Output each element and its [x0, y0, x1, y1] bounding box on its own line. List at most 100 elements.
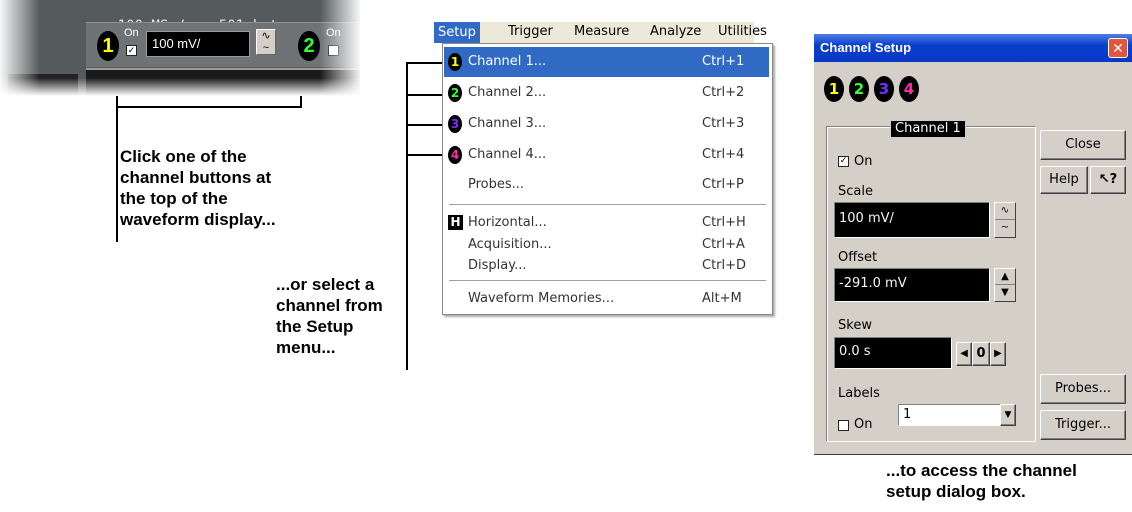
menu-item-label: Display... [468, 258, 527, 273]
ch1-scale-field[interactable]: 100 mV/ [146, 31, 250, 57]
channel-2-button[interactable]: 2 [298, 31, 320, 61]
channel-1-badge-icon: 1 [448, 53, 462, 71]
ac-coupling-icon: ∿ [261, 30, 271, 42]
menu-utilities[interactable]: Utilities [718, 24, 767, 39]
callout-line [300, 96, 302, 108]
scope-channel-strip: 100 MSa/s 501 kpts 1 On ✓ 100 mV/ ∿ ~ 2 … [0, 0, 360, 96]
channel-on-label: On [854, 154, 873, 169]
menu-item-channel-2[interactable]: 2 Channel 2... Ctrl+2 [444, 78, 769, 108]
labels-on-label: On [854, 417, 873, 432]
callout-line-text: channel from [276, 296, 383, 315]
dc-coupling-icon: ~ [1000, 222, 1010, 233]
skew-increase-icon[interactable]: ▶ [990, 342, 1006, 366]
callout-line-text: setup dialog box. [886, 482, 1026, 501]
menu-item-shortcut: Ctrl+A [702, 237, 745, 252]
menu-item-waveform-memories[interactable]: Waveform Memories... Alt+M [444, 284, 769, 314]
dc-coupling-icon: ~ [262, 42, 270, 54]
callout-line [116, 106, 302, 108]
spin-down-icon: ▼ [1001, 287, 1009, 298]
waveform-display-edge [86, 68, 360, 96]
scale-label: Scale [838, 184, 873, 199]
ch2-on-label: On [326, 27, 341, 39]
callout-line [406, 124, 442, 126]
menu-separator [449, 204, 766, 206]
channel-1-chip[interactable]: 1 [824, 76, 844, 102]
menu-item-label: Channel 1... [468, 54, 547, 69]
spin-up-icon: ▲ [995, 269, 1015, 285]
callout-line [116, 106, 118, 242]
labels-on-checkbox[interactable] [838, 420, 849, 431]
horizontal-badge-icon: H [448, 215, 463, 230]
callout-line [406, 62, 408, 370]
skew-field[interactable]: 0.0 s [834, 337, 952, 369]
menu-item-label: Channel 3... [468, 116, 547, 131]
menu-item-shortcut: Ctrl+H [702, 215, 746, 230]
callout-line-text: waveform display... [120, 210, 276, 229]
offset-field[interactable]: -291.0 mV [834, 268, 990, 302]
menu-bar: Setup Trigger Measure Analyze Utilities [434, 22, 767, 43]
close-button[interactable]: Close [1040, 130, 1126, 160]
probes-button[interactable]: Probes... [1040, 374, 1126, 404]
skew-label: Skew [838, 318, 872, 333]
callout-channel-buttons: Click one of the channel buttons at the … [120, 146, 276, 230]
menu-item-shortcut: Ctrl+P [702, 177, 744, 192]
menu-item-probes[interactable]: Probes... Ctrl+P [444, 170, 769, 200]
menu-measure[interactable]: Measure [574, 24, 629, 39]
channel-2-badge-icon: 2 [448, 84, 462, 102]
ch1-coupling-button[interactable]: ∿ ~ [256, 29, 276, 55]
channel-3-badge-icon: 3 [448, 115, 462, 133]
menu-item-label: Horizontal... [468, 215, 547, 230]
help-button[interactable]: Help [1040, 166, 1088, 194]
callout-line-text: Click one of the [120, 147, 247, 166]
menu-item-shortcut: Ctrl+1 [702, 54, 745, 69]
labels-combo[interactable]: 1 [898, 404, 1002, 426]
callout-line [116, 96, 118, 108]
dialog-title-bar: Channel Setup ✕ [814, 34, 1132, 62]
trigger-button[interactable]: Trigger... [1040, 410, 1126, 440]
labels-combo-value: 1 [903, 407, 912, 422]
menu-analyze[interactable]: Analyze [650, 24, 701, 39]
menu-item-display[interactable]: Display... Ctrl+D [444, 251, 769, 281]
offset-label: Offset [838, 250, 878, 265]
callout-line-text: the Setup [276, 317, 354, 336]
menu-item-label: Channel 2... [468, 85, 547, 100]
channel-4-chip[interactable]: 4 [899, 76, 919, 102]
menu-item-shortcut: Ctrl+D [702, 258, 747, 273]
menu-trigger[interactable]: Trigger [508, 24, 553, 39]
menu-item-label: Acquisition... [468, 237, 552, 252]
labels-label: Labels [838, 386, 880, 401]
channel-1-button[interactable]: 1 [97, 31, 119, 61]
menu-item-label: Waveform Memories... [468, 291, 615, 306]
callout-setup-menu: ...or select a channel from the Setup me… [276, 274, 383, 358]
ch1-on-label: On [124, 27, 139, 39]
menu-setup[interactable]: Setup [434, 22, 480, 43]
callout-line-text: the top of the [120, 189, 228, 208]
callout-line-text: ...to access the channel [886, 461, 1077, 480]
menu-item-channel-1[interactable]: 1 Channel 1... Ctrl+1 [444, 47, 769, 77]
setup-menu-dropdown: 1 Channel 1... Ctrl+1 2 Channel 2... Ctr… [442, 43, 773, 315]
trigger-area [8, 74, 78, 96]
skew-step-button[interactable]: 0 [972, 342, 990, 366]
chevron-down-icon[interactable]: ▼ [1000, 404, 1016, 426]
scale-coupling-button[interactable]: ∿ ~ [994, 202, 1016, 238]
group-title: Channel 1 [890, 120, 966, 138]
channel-on-checkbox[interactable]: ✓ [838, 156, 849, 167]
menu-item-channel-3[interactable]: 3 Channel 3... Ctrl+3 [444, 109, 769, 139]
channel-2-chip[interactable]: 2 [849, 76, 869, 102]
ch2-on-checkbox[interactable] [328, 45, 339, 56]
callout-line-text: channel buttons at [120, 168, 272, 187]
menu-item-channel-4[interactable]: 4 Channel 4... Ctrl+4 [444, 140, 769, 170]
channel-setup-dialog: Channel Setup ✕ 1 2 3 4 Channel 1 ✓ On S… [814, 34, 1132, 455]
channel-3-chip[interactable]: 3 [874, 76, 894, 102]
offset-spinner[interactable]: ▲ ▼ [994, 268, 1016, 302]
menu-item-label: Channel 4... [468, 147, 547, 162]
whats-this-icon[interactable]: ↖? [1090, 166, 1126, 194]
callout-line-text: menu... [276, 338, 336, 357]
callout-dialog: ...to access the channel setup dialog bo… [886, 460, 1077, 502]
close-icon[interactable]: ✕ [1108, 38, 1128, 58]
menu-item-shortcut: Alt+M [702, 291, 742, 306]
ch1-on-checkbox[interactable]: ✓ [126, 45, 137, 56]
scale-field[interactable]: 100 mV/ [834, 202, 990, 238]
skew-decrease-icon[interactable]: ◀ [956, 342, 972, 366]
channel-control-panel: 1 On ✓ 100 mV/ ∿ ~ 2 On [86, 22, 360, 67]
